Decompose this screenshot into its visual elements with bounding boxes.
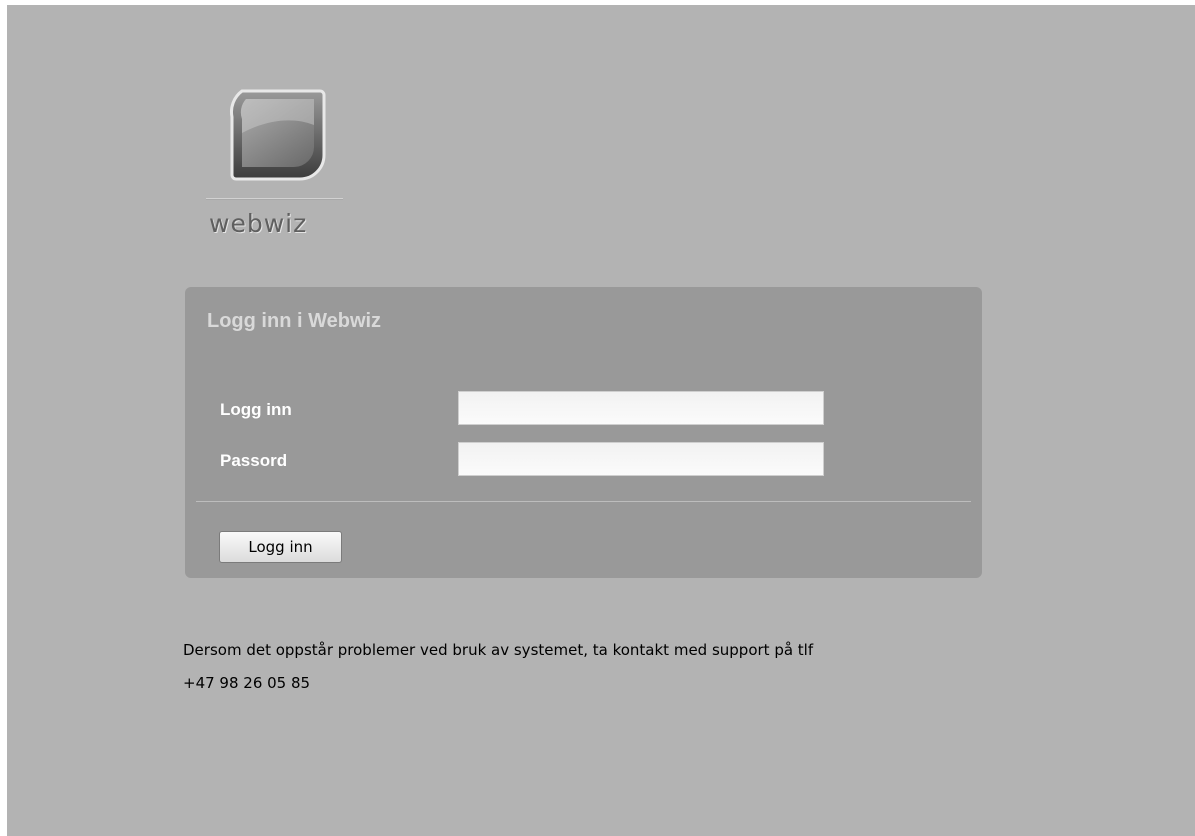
logo-divider bbox=[206, 198, 343, 200]
support-phone: +47 98 26 05 85 bbox=[183, 674, 311, 692]
login-title: Logg inn i Webwiz bbox=[207, 310, 382, 332]
username-input[interactable] bbox=[458, 391, 824, 425]
password-label: Passord bbox=[220, 451, 288, 470]
speech-bubble-logo-icon bbox=[230, 89, 326, 181]
username-label: Logg inn bbox=[220, 400, 292, 419]
form-divider bbox=[196, 501, 971, 502]
support-message: Dersom det oppstår problemer ved bruk av… bbox=[183, 634, 1063, 700]
page-background: webwiz Logg inn i Webwiz Logg inn Passor… bbox=[7, 5, 1195, 836]
password-input[interactable] bbox=[458, 442, 824, 476]
login-button[interactable]: Logg inn bbox=[219, 531, 342, 563]
webwiz-logo: webwiz bbox=[206, 89, 351, 249]
login-panel: Logg inn i Webwiz Logg inn Passord Logg … bbox=[185, 287, 982, 578]
logo-text: webwiz bbox=[209, 209, 308, 238]
support-line: Dersom det oppstår problemer ved bruk av… bbox=[183, 641, 814, 659]
